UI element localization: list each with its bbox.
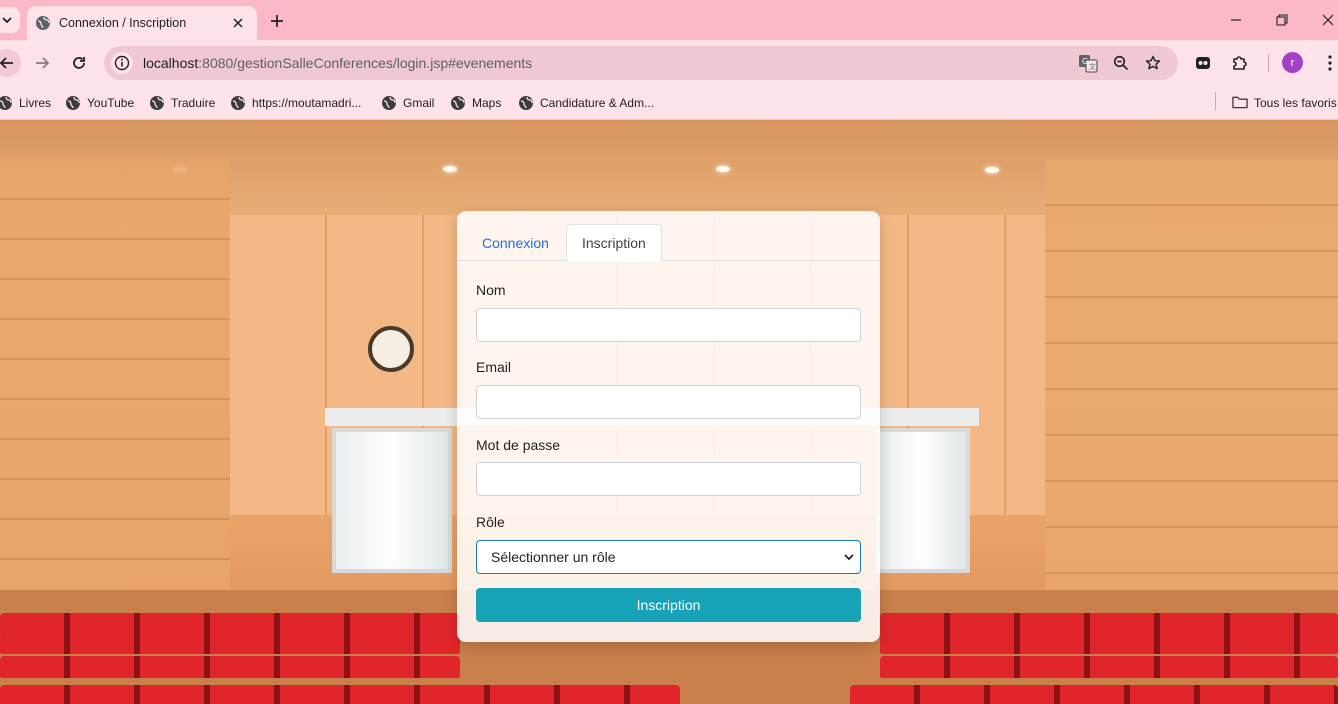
- address-bar[interactable]: localhost:8080/gestionSalleConferences/l…: [104, 46, 1178, 80]
- ceiling-light: [716, 166, 730, 172]
- svg-text:文: 文: [1089, 62, 1096, 71]
- url-host: localhost: [143, 55, 199, 71]
- bookmark-moutamadris[interactable]: https://moutamadri...: [230, 92, 361, 114]
- arrow-left-icon: [0, 57, 13, 69]
- inscription-submit-button[interactable]: Inscription: [476, 588, 861, 622]
- extension-app-icon[interactable]: [1191, 51, 1215, 75]
- address-url: localhost:8080/gestionSalleConferences/l…: [143, 55, 532, 71]
- browser-toolbar: localhost:8080/gestionSalleConferences/l…: [0, 40, 1338, 86]
- bookmark-label: Maps: [472, 96, 502, 110]
- globe-icon: [230, 95, 246, 111]
- close-icon: [1322, 14, 1334, 26]
- globe-icon: [0, 95, 13, 111]
- translate-icon[interactable]: G文: [1076, 51, 1100, 75]
- globe-icon: [518, 95, 534, 111]
- email-label: Email: [476, 359, 512, 375]
- close-window-button[interactable]: [1315, 8, 1338, 32]
- seat-row: [880, 632, 1338, 654]
- bookmark-label: Candidature & Adm...: [540, 96, 655, 110]
- new-tab-button[interactable]: [266, 10, 288, 32]
- puzzle-icon[interactable]: [1228, 51, 1252, 75]
- whiteboard: [876, 428, 970, 573]
- email-input[interactable]: [476, 385, 861, 419]
- back-button[interactable]: [0, 49, 21, 77]
- bookmark-livres[interactable]: Livres: [0, 92, 51, 114]
- kebab-menu-icon[interactable]: [1318, 51, 1338, 75]
- star-icon[interactable]: [1141, 51, 1165, 75]
- bookmark-label: https://moutamadri...: [252, 96, 362, 110]
- restore-button[interactable]: [1269, 8, 1295, 32]
- all-bookmarks-button[interactable]: Tous les favoris: [1232, 92, 1337, 114]
- nom-label: Nom: [476, 282, 506, 298]
- tab-strip: Connexion / Inscription: [0, 0, 1338, 40]
- toolbar-separator: [1268, 54, 1269, 72]
- chevron-down-icon: [2, 17, 12, 24]
- wall-clock: [368, 326, 414, 372]
- minimize-icon: [1231, 19, 1241, 21]
- close-icon[interactable]: [229, 14, 247, 32]
- password-input[interactable]: [476, 462, 861, 496]
- restore-icon: [1276, 14, 1288, 26]
- bookmark-candidature[interactable]: Candidature & Adm...: [518, 92, 654, 114]
- seat-row: [0, 656, 460, 678]
- tab-connexion[interactable]: Connexion: [467, 224, 564, 261]
- password-label: Mot de passe: [476, 437, 561, 453]
- tab-search-button[interactable]: [0, 7, 20, 33]
- globe-icon: [381, 95, 397, 111]
- bookmarks-bar: Livres YouTube Traduire https://moutamad…: [0, 86, 1338, 120]
- svg-text:G: G: [1082, 57, 1088, 66]
- ceiling-light: [443, 166, 457, 172]
- zoom-icon[interactable]: [1109, 51, 1133, 75]
- nom-input[interactable]: [476, 308, 861, 342]
- plus-icon: [271, 15, 283, 27]
- info-icon[interactable]: [111, 52, 133, 74]
- minimize-button[interactable]: [1223, 8, 1249, 32]
- globe-icon: [65, 95, 81, 111]
- reload-button[interactable]: [65, 49, 93, 77]
- whiteboard: [332, 428, 452, 573]
- folder-icon: [1232, 95, 1248, 111]
- url-path: :8080/gestionSalleConferences/login.jsp#…: [198, 55, 533, 71]
- bookmark-label: Gmail: [403, 96, 435, 110]
- tab-title: Connexion / Inscription: [59, 16, 187, 30]
- bookmarks-separator: [1215, 92, 1216, 110]
- bookmark-youtube[interactable]: YouTube: [65, 92, 134, 114]
- chevron-down-icon: [843, 551, 855, 563]
- reload-icon: [73, 57, 85, 69]
- ceiling-light: [985, 167, 999, 173]
- bookmark-label: YouTube: [87, 96, 135, 110]
- globe-icon: [35, 15, 51, 31]
- seat-row: [850, 685, 1338, 704]
- bookmark-maps[interactable]: Maps: [450, 92, 501, 114]
- globe-icon: [149, 95, 165, 111]
- auth-tabs: Connexion Inscription: [457, 211, 880, 262]
- forward-button[interactable]: [28, 49, 56, 77]
- bookmark-gmail[interactable]: Gmail: [381, 92, 434, 114]
- seat-row: [880, 656, 1338, 678]
- arrow-right-icon: [36, 57, 50, 69]
- avatar[interactable]: r: [1282, 52, 1303, 73]
- role-label: Rôle: [476, 514, 505, 530]
- bookmark-label: Livres: [19, 96, 52, 110]
- tab-inscription[interactable]: Inscription: [566, 224, 662, 262]
- bookmark-label: Traduire: [171, 96, 216, 110]
- all-bookmarks-label: Tous les favoris: [1254, 96, 1337, 110]
- seat-row: [0, 632, 460, 654]
- role-select[interactable]: Sélectionner un rôle: [476, 540, 861, 574]
- role-select-value: Sélectionner un rôle: [491, 549, 616, 565]
- browser-tab[interactable]: Connexion / Inscription: [27, 6, 257, 40]
- globe-icon: [450, 95, 466, 111]
- auth-card: Connexion Inscription Nom Email Mot de p…: [457, 211, 880, 642]
- seat-row: [0, 685, 680, 704]
- bookmark-traduire[interactable]: Traduire: [149, 92, 215, 114]
